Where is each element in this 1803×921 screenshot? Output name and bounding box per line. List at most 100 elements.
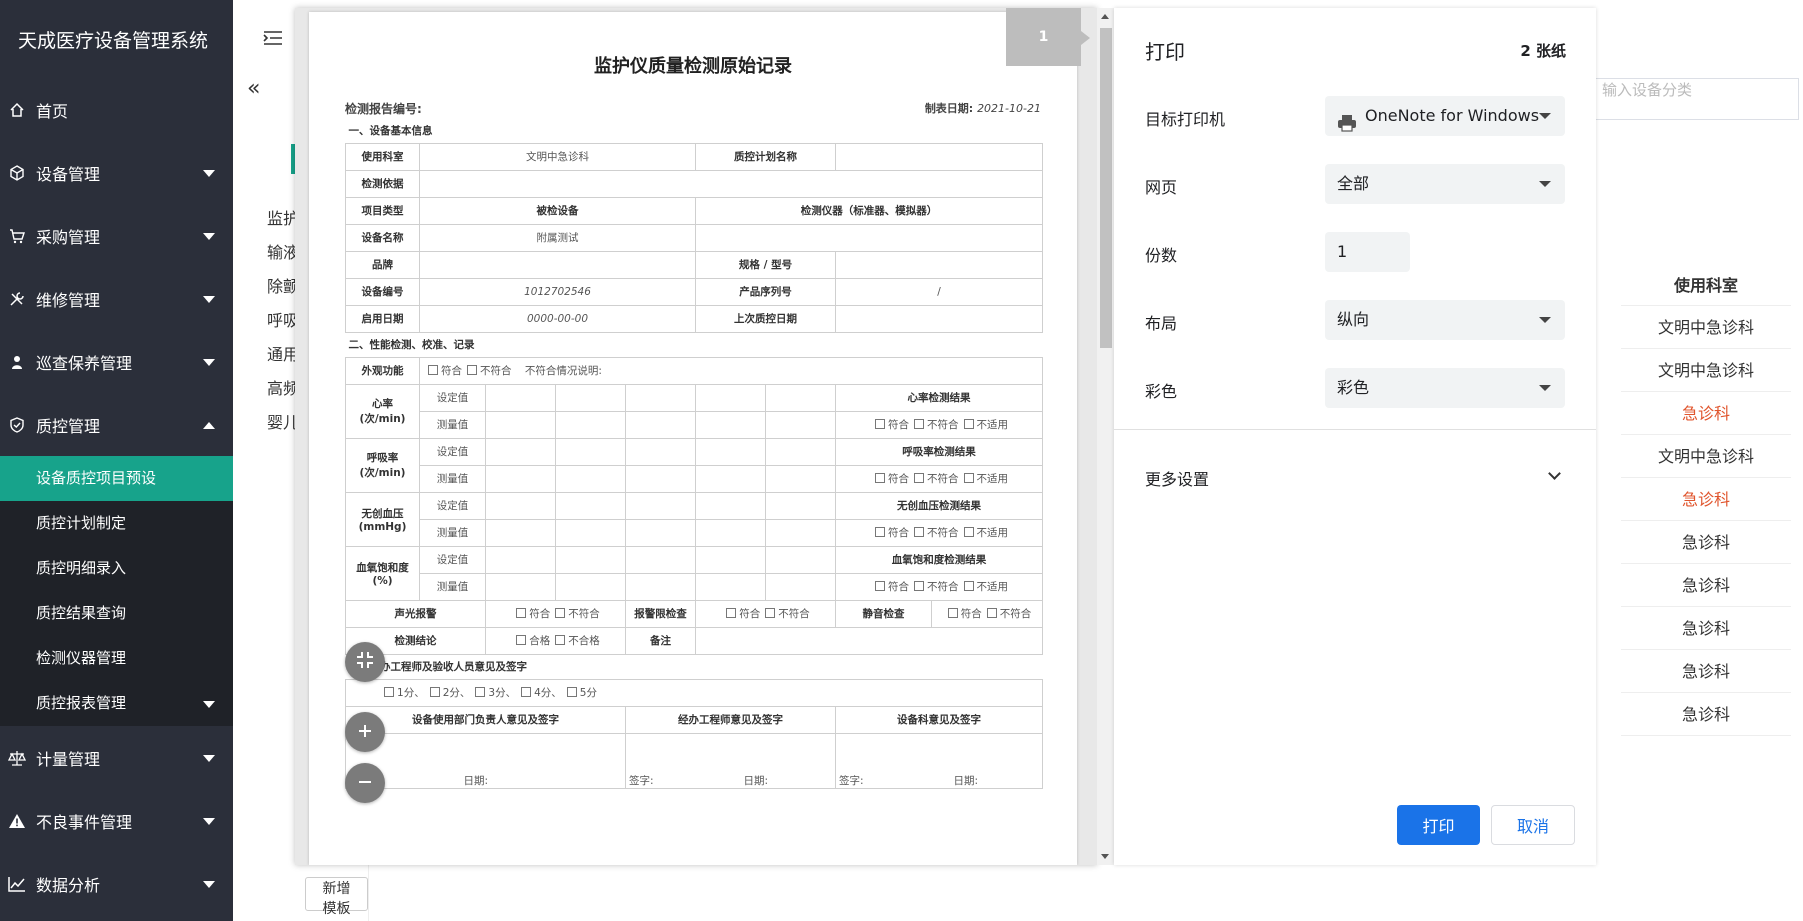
checkbox [726, 608, 737, 618]
color-row: 彩色 彩色 [1145, 368, 1565, 408]
dropdown-arrow-icon [1539, 181, 1551, 187]
layout-select[interactable]: 纵向 [1325, 300, 1565, 340]
start-date-label: 启用日期 [345, 304, 420, 333]
scrollbar-thumb[interactable] [1100, 28, 1112, 348]
date-value: 2021-10-21 [977, 102, 1041, 115]
spo2-label: 血氧饱和度 (%) [345, 545, 420, 601]
dept-label: 使用科室 [345, 142, 420, 171]
sign-label: 签字: [629, 774, 654, 787]
appearance-label: 外观功能 [345, 356, 420, 385]
dropdown-arrow-icon [1539, 317, 1551, 323]
dropdown-arrow-icon [1539, 385, 1551, 391]
checkbox [963, 473, 974, 483]
color-value: 彩色 [1337, 378, 1370, 397]
rr-label: 呼吸率 (次/min) [345, 437, 420, 493]
checkbox [765, 608, 776, 618]
nonconformance-note: 不符合情况说明: [524, 365, 602, 377]
pages-row: 网页 全部 [1145, 164, 1565, 204]
nibp-result-label: 无创血压检测结果 [834, 491, 1044, 520]
color-select[interactable]: 彩色 [1325, 368, 1565, 408]
fail-label: 不符合 [927, 527, 959, 539]
copies-row: 份数 1 [1145, 232, 1565, 272]
spo2-name: 血氧饱和度 [356, 561, 409, 574]
copies-input[interactable]: 1 [1325, 232, 1410, 272]
na-label: 不适用 [976, 473, 1009, 485]
engineer-label: 经办工程师意见及签字 [625, 705, 836, 734]
alarm-limit-label: 报警限检查 [625, 599, 696, 628]
print-button[interactable]: 打印 [1397, 805, 1480, 845]
plan-value [834, 142, 1044, 171]
checkbox [947, 608, 958, 618]
cancel-button[interactable]: 取消 [1491, 805, 1575, 845]
na-label: 不适用 [976, 527, 1009, 539]
pass-label: 符合 [960, 608, 982, 620]
checkbox [914, 473, 925, 483]
section-3-heading: 三、经办工程师及验收人员意见及签字 [345, 654, 1043, 680]
preview-page: 监护仪质量检测原始记录 检测报告编号: 制表日期: 2021-10-21 一、设… [309, 12, 1077, 865]
measured-value-label: 测量值 [419, 410, 486, 439]
serial-label: 产品序列号 [695, 277, 836, 306]
section-1-heading: 一、设备基本信息 [345, 118, 1043, 144]
score-5: 5分 [579, 687, 597, 699]
checkbox [963, 581, 974, 591]
engineer-signature: 签字: 日期: [625, 732, 836, 789]
tested-device-label: 被检设备 [419, 196, 696, 225]
last-qc-label: 上次质控日期 [695, 304, 836, 333]
doc-date: 制表日期: 2021-10-21 [925, 100, 1041, 116]
more-settings-toggle[interactable]: 更多设置 [1145, 466, 1565, 490]
spo2-unit: (%) [372, 574, 393, 587]
printer-select[interactable]: OneNote for Windows [1325, 96, 1565, 136]
zoom-in-button[interactable] [345, 712, 385, 752]
brand-value [419, 250, 696, 279]
pass-label: 符合 [739, 608, 761, 620]
dept-head-signature: 签字:日期: [345, 732, 626, 789]
hr-label: 心率 (次/min) [345, 383, 420, 439]
qualified-label: 合格 [529, 635, 551, 647]
page-number-tab[interactable]: 1 [1006, 8, 1090, 66]
date-short-label: 日期: [743, 774, 769, 787]
checkbox [516, 608, 527, 618]
printer-label: 目标打印机 [1145, 110, 1226, 129]
pass-label: 符合 [529, 608, 551, 620]
pages-select[interactable]: 全部 [1325, 164, 1565, 204]
measured-value-label: 测量值 [419, 572, 486, 601]
conclusion-options: 合格 不合格 [485, 626, 626, 655]
fail-label: 不符合 [927, 473, 959, 485]
checkbox [467, 365, 477, 375]
alarm-options: 符合 不符合 [485, 599, 626, 628]
zoom-out-button[interactable] [345, 763, 385, 803]
date-short-label: 日期: [463, 774, 489, 787]
checkbox [555, 635, 566, 645]
set-value-label: 设定值 [419, 491, 486, 520]
na-label: 不适用 [976, 581, 1009, 593]
checkbox [521, 687, 532, 697]
print-preview-pane: 监护仪质量检测原始记录 检测报告编号: 制表日期: 2021-10-21 一、设… [295, 8, 1097, 865]
print-title: 打印 [1145, 40, 1185, 64]
spo2-result-options: 符合 不符合 不适用 [834, 572, 1044, 601]
serial-value: / [834, 277, 1044, 306]
plan-label: 质控计划名称 [695, 142, 836, 171]
equipment-dept-signature: 签字: 日期: [834, 732, 1044, 789]
checkbox [555, 608, 566, 618]
chevron-down-icon [1548, 467, 1561, 480]
model-label: 规格 / 型号 [695, 250, 836, 279]
score-options: 1分、 2分、 3分、 4分、 5分 [344, 678, 1044, 707]
dropdown-arrow-icon [1539, 113, 1551, 119]
doc-title: 监护仪质量检测原始记录 [594, 56, 792, 77]
printer-row: 目标打印机 OneNote for Windows [1145, 96, 1565, 136]
printer-icon [1337, 107, 1357, 147]
nibp-label: 无创血压 (mmHg) [345, 491, 420, 547]
fail-label: 不符合 [927, 419, 959, 431]
pass-label: 符合 [888, 527, 910, 539]
checkbox [914, 527, 925, 537]
device-code-label: 设备编号 [345, 277, 420, 306]
fit-to-page-button[interactable] [345, 642, 385, 682]
scroll-down-icon[interactable] [1101, 854, 1109, 859]
hr-name: 心率 [372, 398, 393, 410]
equipment-dept-label: 设备科意见及签字 [834, 705, 1044, 734]
date-short-label: 日期: [953, 774, 979, 787]
preview-scrollbar[interactable] [1097, 8, 1114, 865]
nibp-result-options: 符合 不符合 不适用 [834, 518, 1044, 547]
scroll-up-icon[interactable] [1101, 14, 1109, 19]
type-label: 项目类型 [345, 196, 420, 225]
